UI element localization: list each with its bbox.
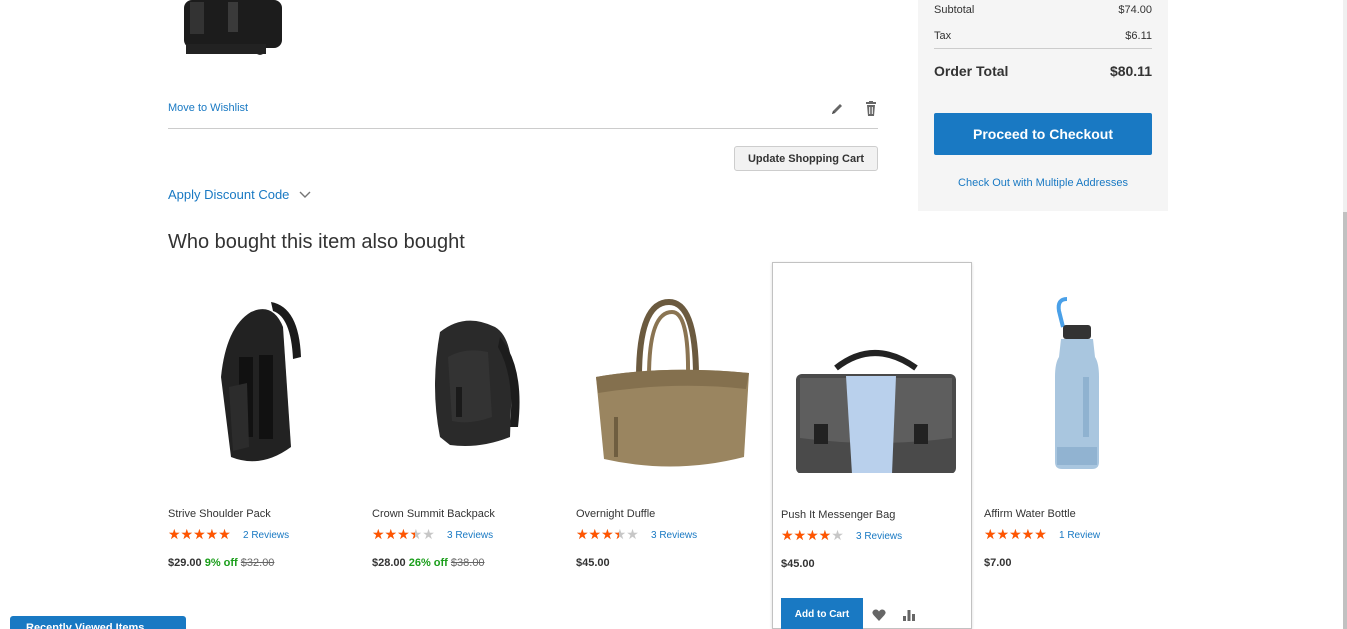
rating-stars: ★★★★★★★★★★ [372, 528, 435, 542]
product-price: $45.00 [576, 557, 610, 569]
product-card[interactable]: Strive Shoulder Pack ★★★★★ ★★★★★ 2 Review… [168, 262, 368, 629]
cart-item-image[interactable] [168, 0, 288, 78]
product-card[interactable]: Overnight Duffle ★★★★★★★★★★ 3 Reviews $4… [576, 262, 776, 629]
trash-icon[interactable] [864, 101, 878, 117]
product-rating: ★★★★★★★★★★ 3 Reviews [372, 528, 493, 542]
proceed-to-checkout-button[interactable]: Proceed to Checkout [934, 113, 1152, 155]
edit-icon[interactable] [830, 102, 844, 116]
product-name[interactable]: Affirm Water Bottle [984, 508, 1076, 520]
order-total-label: Order Total [934, 63, 1009, 79]
reviews-link[interactable]: 2 Reviews [243, 530, 289, 541]
price-discount: 9% off [204, 557, 238, 569]
summary-divider [934, 48, 1152, 49]
product-card[interactable]: Crown Summit Backpack ★★★★★★★★★★ 3 Revie… [372, 262, 572, 629]
product-price: $28.00 26% off $38.00 [372, 557, 485, 569]
product-name[interactable]: Overnight Duffle [576, 508, 655, 520]
product-name[interactable]: Strive Shoulder Pack [168, 508, 271, 520]
product-image[interactable] [984, 297, 1169, 472]
product-rating: ★★★★★★★★★★ 3 Reviews [781, 529, 902, 543]
product-image[interactable] [168, 297, 353, 472]
apply-discount-label: Apply Discount Code [168, 187, 290, 202]
price-original: $38.00 [450, 557, 485, 569]
multiple-addresses-link[interactable]: Check Out with Multiple Addresses [934, 177, 1152, 189]
subtotal-row: Subtotal $74.00 [934, 4, 1152, 16]
price-current: $45.00 [781, 558, 815, 570]
add-to-cart-button[interactable]: Add to Cart [781, 598, 863, 629]
price-current: $29.00 [168, 557, 202, 569]
update-shopping-cart-button[interactable]: Update Shopping Cart [734, 146, 878, 171]
product-price: $29.00 9% off $32.00 [168, 557, 274, 569]
apply-discount-toggle[interactable]: Apply Discount Code [168, 187, 311, 202]
product-image[interactable] [576, 297, 761, 472]
price-current: $45.00 [576, 557, 610, 569]
order-summary: Subtotal $74.00 Tax $6.11 Order Total $8… [918, 0, 1168, 211]
product-image[interactable] [781, 298, 966, 473]
product-name[interactable]: Push It Messenger Bag [781, 509, 895, 521]
product-rating: ★★★★★ ★★★★★ 2 Reviews [168, 528, 289, 542]
crosssell-title: Who bought this item also bought [168, 231, 465, 253]
product-rating: ★★★★★ ★★★★★ 1 Review [984, 528, 1100, 542]
heart-icon[interactable] [872, 608, 886, 621]
product-card[interactable]: Affirm Water Bottle ★★★★★ ★★★★★ 1 Review … [984, 262, 1184, 629]
rating-stars: ★★★★★★★★★★ [168, 528, 231, 542]
product-price: $7.00 [984, 557, 1012, 569]
chevron-down-icon [299, 191, 311, 198]
price-current: $28.00 [372, 557, 406, 569]
rating-stars: ★★★★★★★★★★ [576, 528, 639, 542]
recently-viewed-tab[interactable]: Recently Viewed Items [10, 616, 186, 629]
product-image[interactable] [372, 297, 557, 472]
reviews-link[interactable]: 1 Review [1059, 530, 1100, 541]
product-price: $45.00 [781, 558, 815, 570]
compare-icon[interactable] [902, 608, 916, 621]
product-name[interactable]: Crown Summit Backpack [372, 508, 495, 520]
order-total-row: Order Total $80.11 [934, 63, 1152, 79]
price-discount: 26% off [408, 557, 448, 569]
reviews-link[interactable]: 3 Reviews [856, 531, 902, 542]
order-total-value: $80.11 [1109, 63, 1152, 79]
product-rating: ★★★★★★★★★★ 3 Reviews [576, 528, 697, 542]
price-original: $32.00 [240, 557, 275, 569]
tax-row: Tax $6.11 [934, 30, 1152, 42]
scrollbar-thumb[interactable] [1343, 212, 1347, 629]
rating-stars: ★★★★★★★★★★ [781, 529, 844, 543]
subtotal-value: $74.00 [1118, 4, 1152, 16]
subtotal-label: Subtotal [934, 4, 975, 16]
cart-item-divider [168, 128, 878, 129]
tax-value: $6.11 [1125, 30, 1152, 42]
tax-label: Tax [934, 30, 952, 42]
reviews-link[interactable]: 3 Reviews [651, 530, 697, 541]
reviews-link[interactable]: 3 Reviews [447, 530, 493, 541]
price-current: $7.00 [984, 557, 1012, 569]
product-card-active[interactable]: Push It Messenger Bag ★★★★★★★★★★ 3 Revie… [772, 262, 972, 629]
move-to-wishlist-link[interactable]: Move to Wishlist [168, 102, 248, 114]
rating-stars: ★★★★★★★★★★ [984, 528, 1047, 542]
